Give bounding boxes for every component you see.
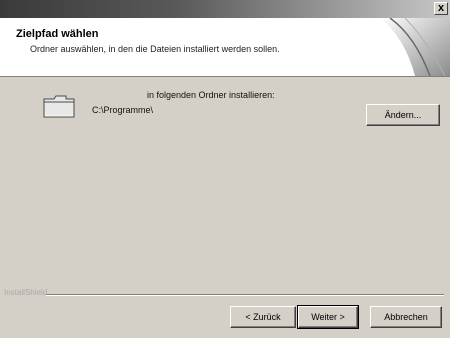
installshield-label: InstallShield [4, 288, 48, 297]
cancel-button[interactable]: Abbrechen [370, 306, 442, 328]
change-button[interactable]: Ändern... [366, 104, 440, 126]
installer-window: x Zielpfad wählen Ordner auswählen, in d… [0, 0, 450, 338]
title-bar[interactable]: x [0, 0, 450, 18]
wizard-header: Zielpfad wählen Ordner auswählen, in den… [0, 18, 450, 77]
next-button[interactable]: Weiter > [297, 305, 359, 329]
header-graphic-icon [380, 18, 450, 76]
install-location-label: in folgenden Ordner installieren: [147, 90, 275, 100]
footer-separator [46, 294, 444, 296]
folder-icon [43, 95, 75, 118]
page-subtitle: Ordner auswählen, in den die Dateien ins… [30, 44, 280, 54]
install-path-value: C:\Programme\ [92, 105, 154, 115]
back-button[interactable]: < Zurück [230, 306, 296, 328]
close-button[interactable]: x [434, 2, 448, 15]
page-title: Zielpfad wählen [16, 28, 99, 40]
